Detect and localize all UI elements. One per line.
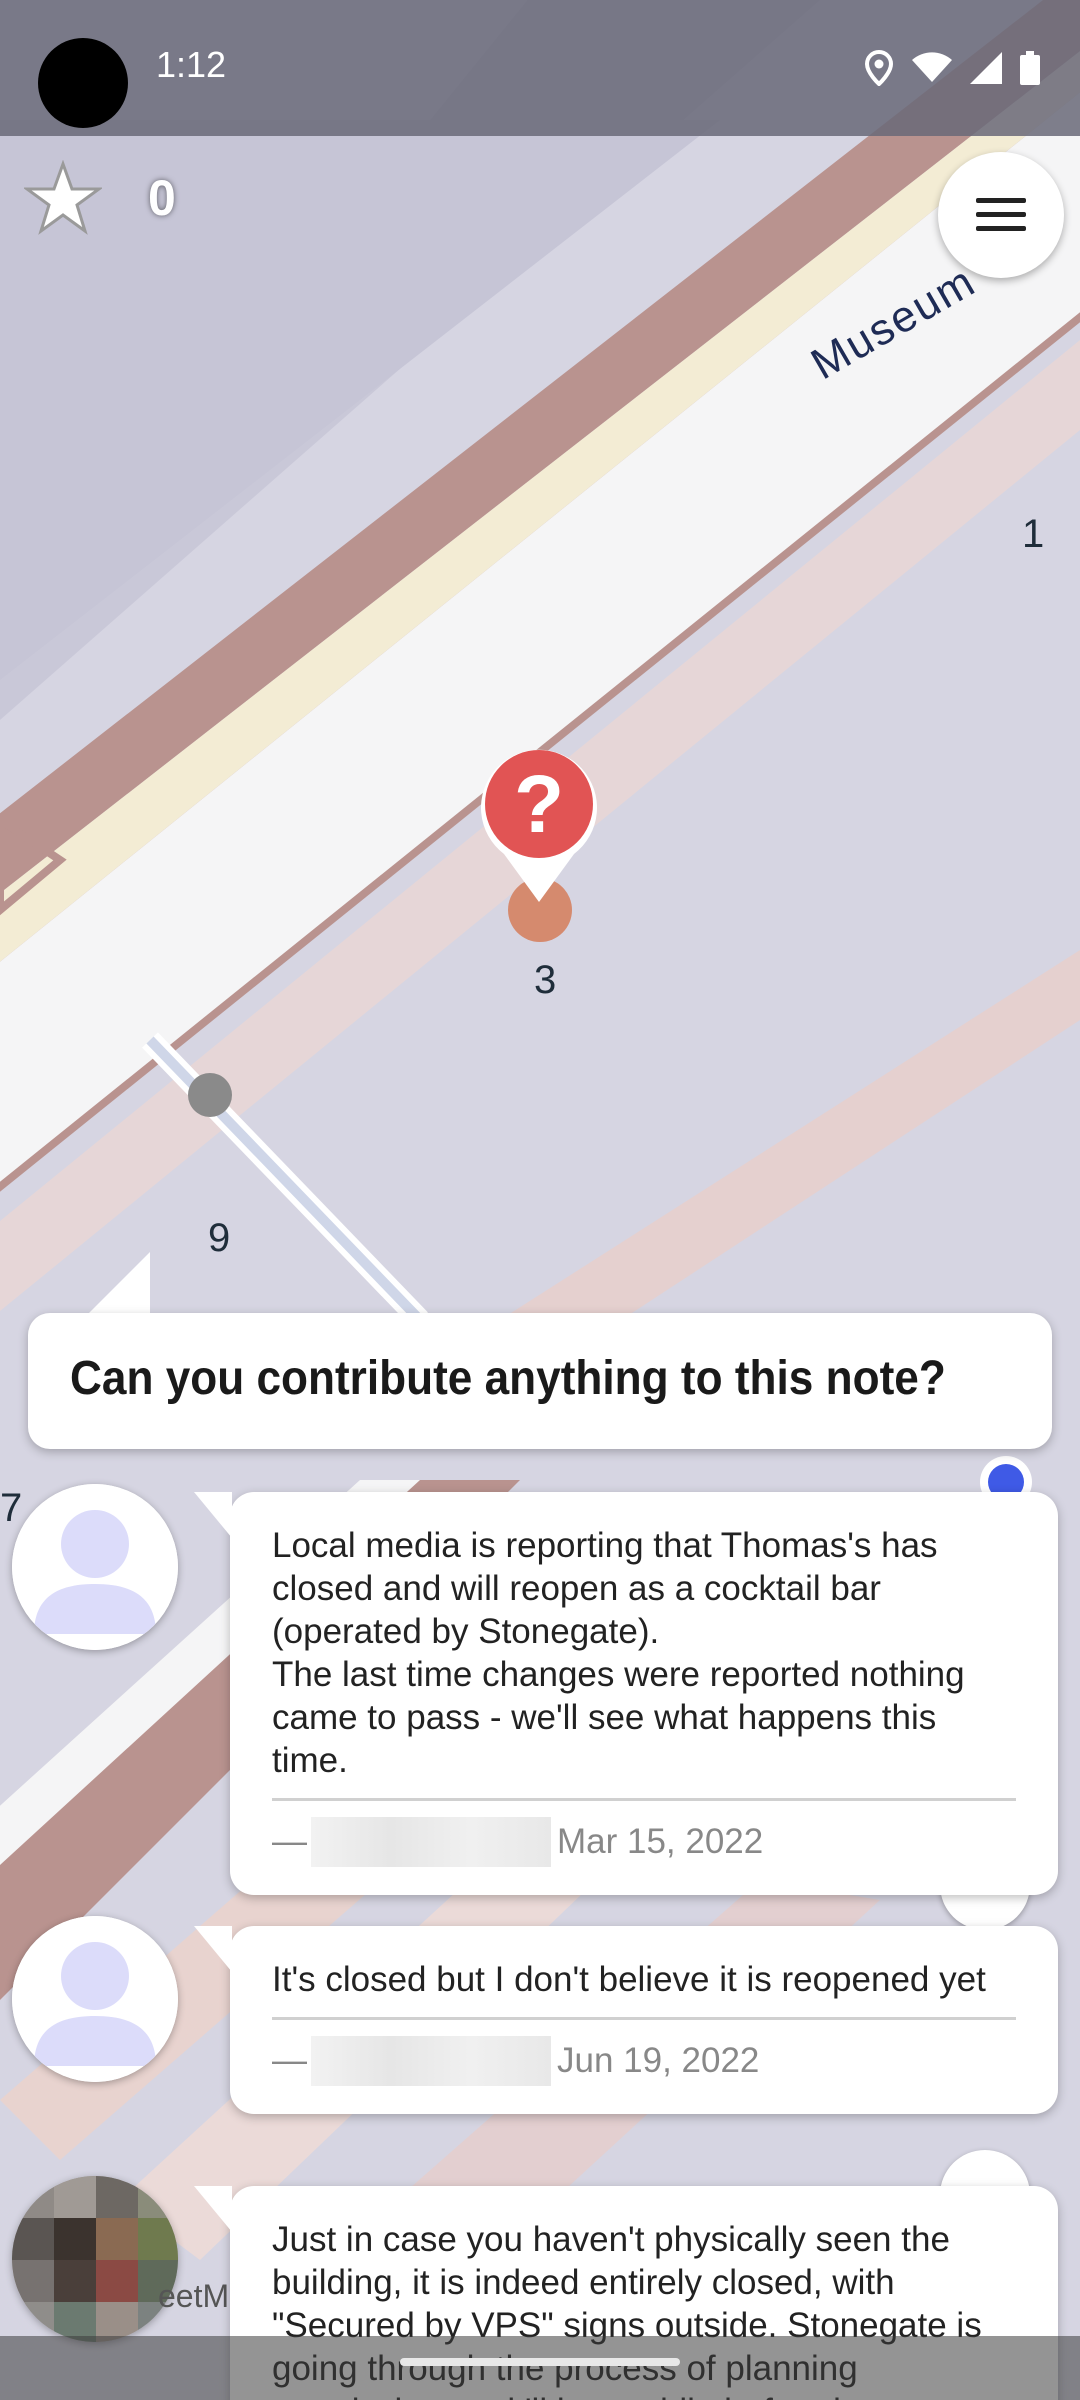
navigation-bar	[0, 2336, 1080, 2400]
avatar	[12, 2176, 178, 2342]
house-number: 1	[1022, 512, 1045, 556]
star-icon	[24, 160, 102, 235]
status-bar: 1:12	[0, 0, 1080, 136]
comment-bubble: It's closed but I don't believe it is re…	[194, 1926, 1058, 2114]
bubble-tail	[194, 2186, 232, 2232]
comment-text: It's closed but I don't believe it is re…	[272, 1960, 986, 1999]
star-counter[interactable]: 0	[24, 160, 176, 236]
question-box-tail	[84, 1252, 150, 1318]
hamburger-menu-icon	[976, 198, 1026, 231]
comment-text: Local media is reporting that Thomas's h…	[272, 1526, 965, 1780]
comment-meta: — Jun 19, 2022	[272, 2036, 1016, 2086]
bubble-tail	[194, 1926, 232, 1972]
comment-dash: —	[272, 2041, 307, 2080]
wifi-icon	[912, 52, 952, 82]
user-photo-avatar	[12, 2176, 178, 2342]
house-number: 3	[534, 958, 557, 1002]
status-icons	[864, 50, 1040, 86]
svg-text:?: ?	[514, 759, 564, 850]
default-avatar-icon	[12, 1916, 178, 2082]
comment-dash: —	[272, 1822, 307, 1861]
menu-button[interactable]	[938, 152, 1064, 278]
default-avatar-icon	[12, 1484, 178, 1650]
status-time: 1:12	[156, 44, 227, 85]
quest-question-box: Can you contribute anything to this note…	[28, 1313, 1052, 1449]
signal-icon	[970, 52, 1002, 84]
screen: Museum 1 3 9 7 ? 1:12 0 Can you contribu…	[0, 0, 1080, 2400]
redacted-username	[311, 1817, 551, 1867]
bubble-tail	[194, 1492, 232, 1538]
avatar	[12, 1484, 178, 1650]
home-gesture-handle[interactable]	[400, 2358, 680, 2366]
house-number: 9	[208, 1216, 231, 1260]
quest-question: Can you contribute anything to this note…	[70, 1352, 946, 1405]
map-partial-label: eetM	[158, 2278, 230, 2314]
location-icon	[864, 50, 894, 86]
question-marker-icon[interactable]: ?	[474, 742, 604, 912]
divider	[272, 2017, 1016, 2020]
battery-icon	[1020, 51, 1040, 85]
comment-date: Mar 15, 2022	[557, 1822, 764, 1861]
star-count: 0	[148, 170, 176, 226]
camera-cutout	[38, 38, 128, 128]
divider	[272, 1798, 1016, 1801]
avatar	[12, 1916, 178, 2082]
comment-date: Jun 19, 2022	[557, 2041, 760, 2080]
comment-bubble: Local media is reporting that Thomas's h…	[194, 1492, 1058, 1895]
comment-meta: — Mar 15, 2022	[272, 1817, 1016, 1867]
redacted-username	[311, 2036, 551, 2086]
house-number: 7	[0, 1486, 23, 1530]
